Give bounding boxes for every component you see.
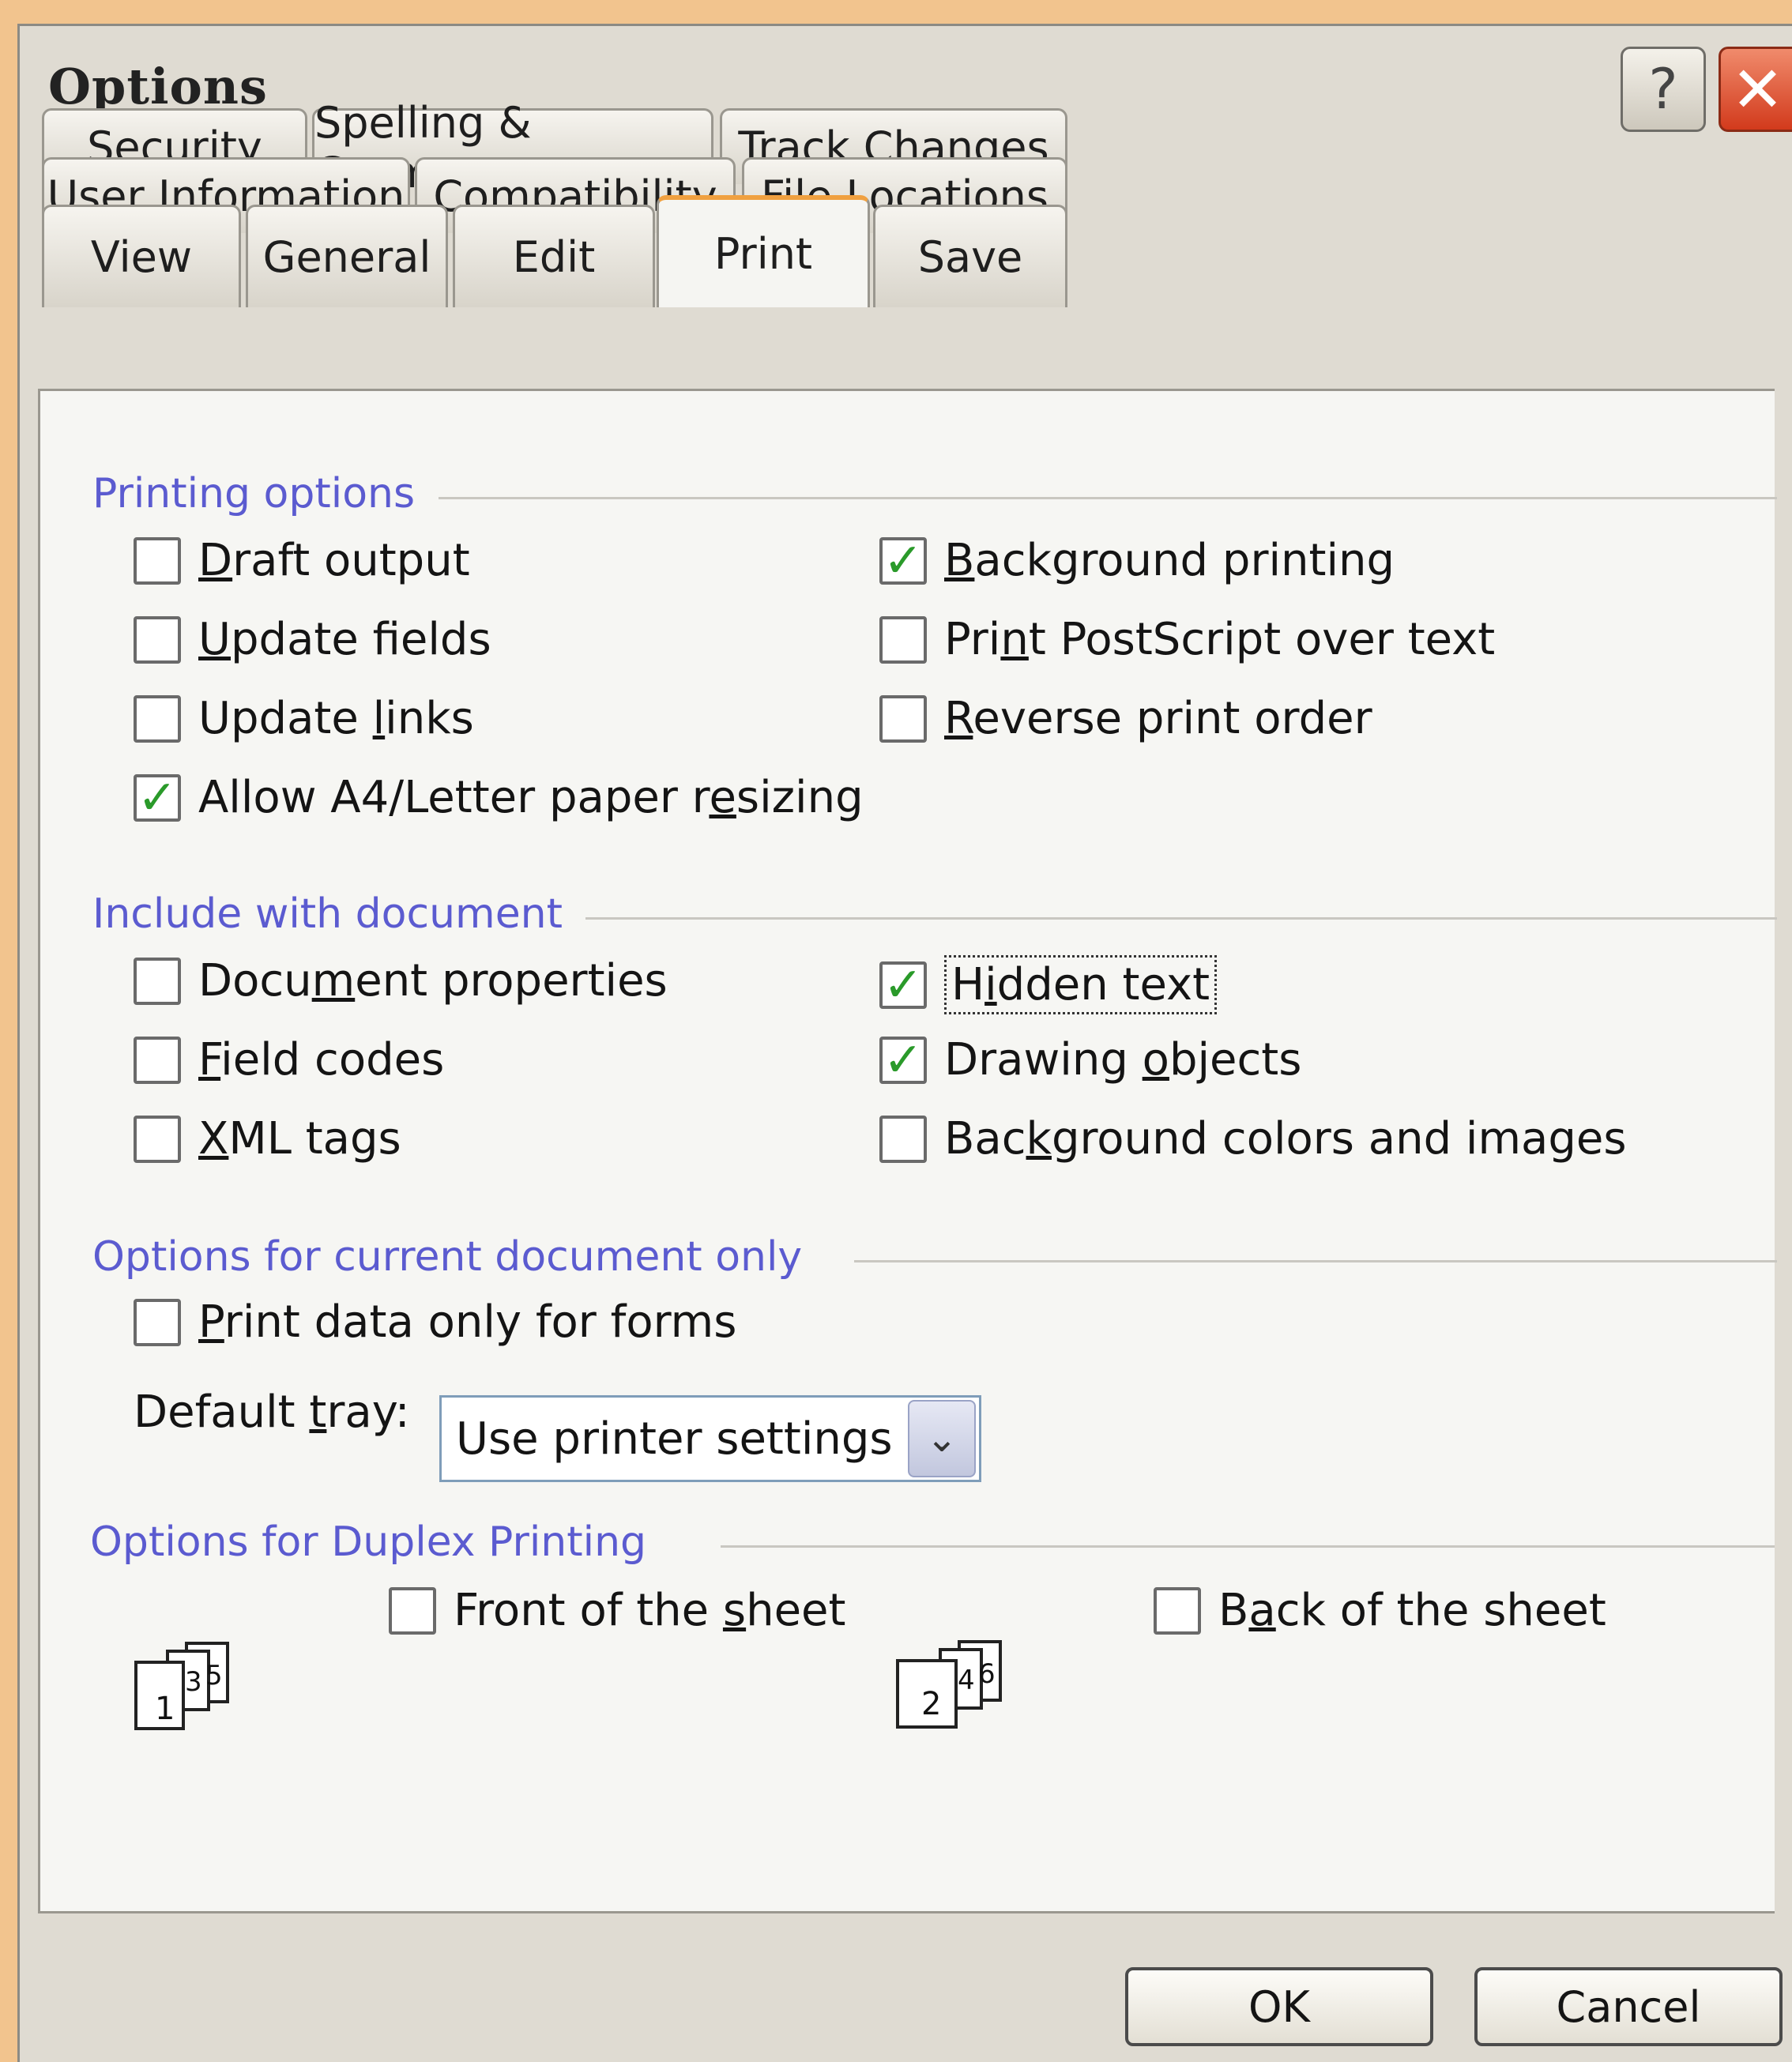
back-sheet-checkbox[interactable] xyxy=(1154,1586,1201,1635)
tab-edit[interactable]: Edit xyxy=(453,205,655,307)
separator xyxy=(721,1545,1775,1548)
default-tray-select[interactable]: Use printer settings ⌄ xyxy=(439,1395,981,1482)
cancel-button[interactable]: Cancel xyxy=(1474,1967,1783,2046)
chevron-down-icon[interactable]: ⌄ xyxy=(908,1400,976,1477)
tab-general[interactable]: General xyxy=(246,205,448,307)
dialog-title: Options xyxy=(48,58,268,115)
stacked-pages-icon: 1 3 5 xyxy=(134,1642,229,1730)
back-page-4: 4 xyxy=(958,1665,975,1696)
front-page-5: 5 xyxy=(205,1660,223,1691)
front-page-3: 3 xyxy=(185,1666,202,1698)
default-tray-value: Use printer settings xyxy=(456,1413,893,1465)
back-page-6: 6 xyxy=(978,1658,996,1690)
front-sheet-option[interactable]: Front of the sheet xyxy=(389,1585,845,1636)
ok-button[interactable]: OK xyxy=(1125,1967,1433,2046)
front-page-1: 1 xyxy=(155,1691,175,1727)
back-sheet-label: Back of the sheet xyxy=(1218,1585,1606,1636)
question-icon: ? xyxy=(1648,57,1678,122)
stacked-pages-icon: 2 4 6 xyxy=(896,1640,1002,1729)
help-button[interactable]: ? xyxy=(1621,47,1706,132)
close-x-icon: ✕ xyxy=(1730,52,1785,126)
close-button[interactable]: ✕ xyxy=(1719,47,1792,132)
front-sheet-checkbox[interactable] xyxy=(389,1586,436,1635)
duplex-section: Options for Duplex Printing Front of the… xyxy=(38,389,1775,1913)
tab-print[interactable]: Print xyxy=(657,195,870,307)
back-page-2: 2 xyxy=(921,1686,941,1722)
front-sheet-label: Front of the sheet xyxy=(454,1585,846,1636)
duplex-heading: Options for Duplex Printing xyxy=(90,1518,647,1566)
tab-view[interactable]: View xyxy=(42,205,241,307)
back-sheet-option[interactable]: Back of the sheet xyxy=(1154,1585,1606,1636)
tab-save[interactable]: Save xyxy=(873,205,1067,307)
